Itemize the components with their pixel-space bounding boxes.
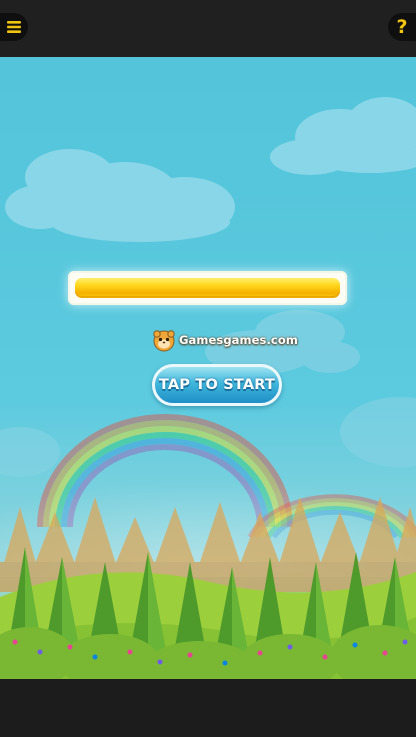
loading-bar [68,271,347,305]
top-bar: ? [0,0,416,57]
cloud-right [270,97,416,175]
game-scene[interactable]: Gamesgames.com TAP TO START [0,57,416,679]
hamburger-menu-icon [7,21,21,33]
hamster-mascot-icon [153,330,175,352]
help-icon: ? [396,15,408,38]
tap-to-start-button[interactable]: TAP TO START [152,364,282,406]
cloud-left [5,149,235,242]
tap-to-start-label: TAP TO START [158,377,276,393]
bottom-bar [0,679,416,737]
brand-text: Gamesgames.com [179,333,298,347]
menu-button[interactable] [0,13,28,41]
help-button[interactable]: ? [388,13,416,41]
brand-logo[interactable]: Gamesgames.com [152,327,298,353]
loading-bar-fill [75,278,340,298]
